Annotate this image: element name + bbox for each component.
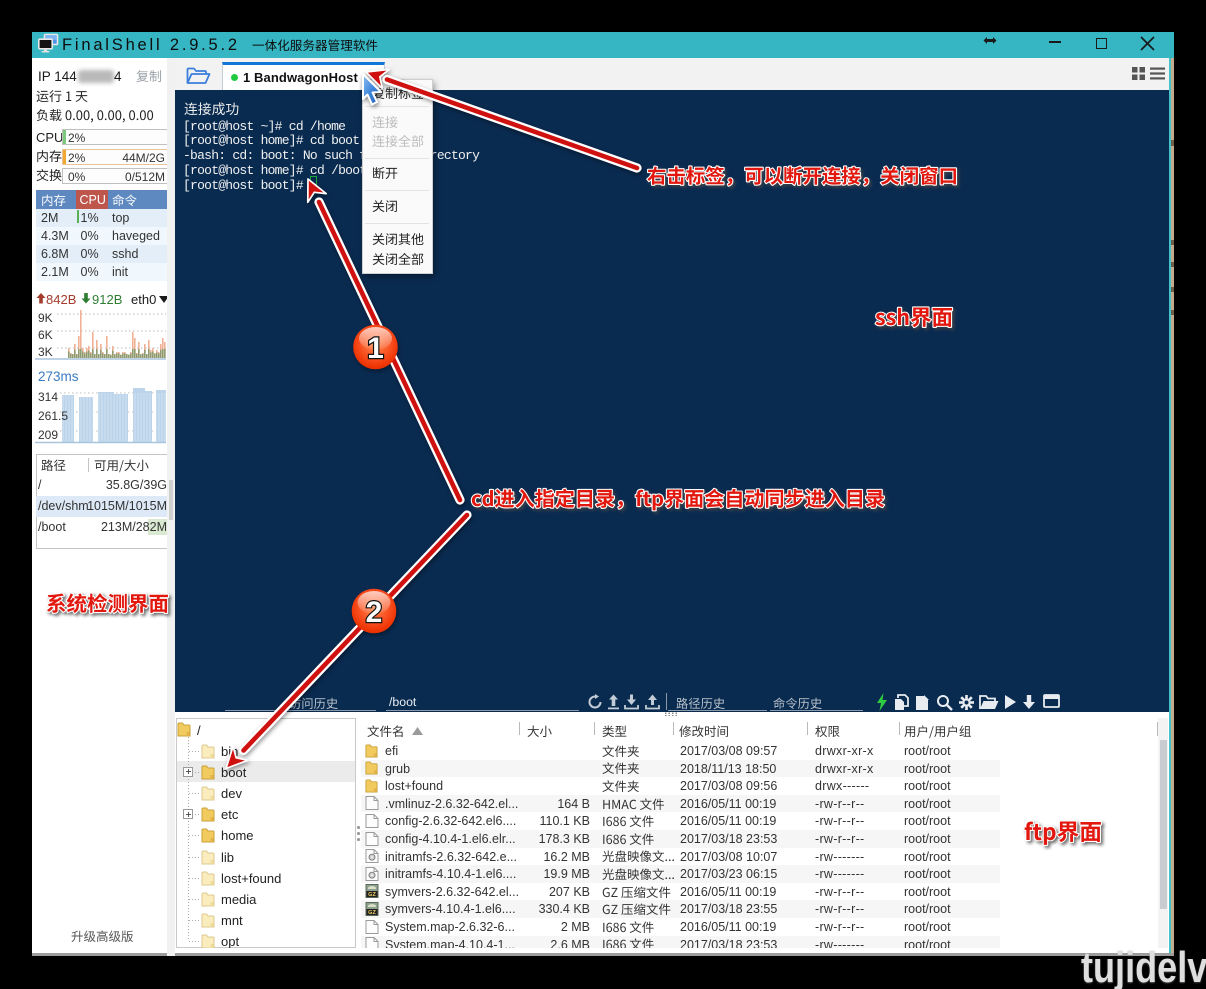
- svg-text:1: 1: [367, 332, 384, 365]
- svg-text:2: 2: [366, 596, 383, 629]
